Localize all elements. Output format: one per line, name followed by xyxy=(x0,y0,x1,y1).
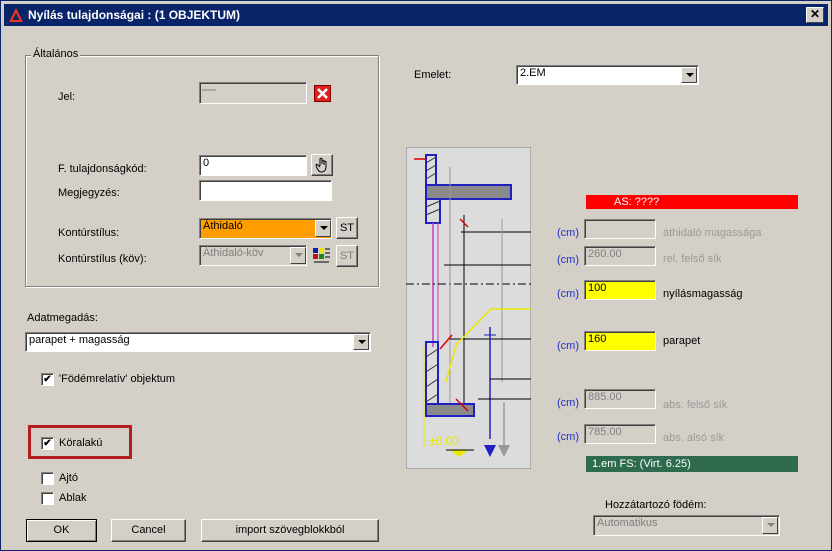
note-label: Megjegyzés: xyxy=(58,187,120,199)
cancel-button[interactable]: Cancel xyxy=(111,519,186,542)
abs-bottom-label: abs. alsó sík xyxy=(663,432,725,444)
contour-next-st-button[interactable]: ST xyxy=(336,245,358,267)
note-input[interactable] xyxy=(199,180,332,201)
rel-top-unit: (cm) xyxy=(557,254,579,266)
contour-label: Kontúrstílus: xyxy=(58,227,120,239)
ok-button[interactable]: OK xyxy=(26,519,97,542)
contour-select[interactable]: Áthidaló xyxy=(199,218,332,239)
upper-slab xyxy=(425,184,512,200)
window-checkbox[interactable] xyxy=(41,492,54,505)
abs-top-unit: (cm) xyxy=(557,397,579,409)
floor-select[interactable]: 2.EM xyxy=(516,65,699,85)
contour-st-button[interactable]: ST xyxy=(336,217,358,239)
door-checkbox[interactable] xyxy=(41,472,54,485)
door-label: Ajtó xyxy=(59,472,78,484)
app-logo-icon xyxy=(9,8,23,22)
slab-select[interactable]: Automatikus xyxy=(593,515,780,536)
slab-label: Hozzátartozó födém: xyxy=(605,499,707,511)
floor-dropdown-arrow[interactable] xyxy=(681,67,697,83)
fs-status-bar: 1.em FS: (Virt. 6.25) xyxy=(586,456,798,472)
data-entry-select[interactable]: parapet + magasság xyxy=(25,332,371,352)
parapet-label: parapet xyxy=(663,335,701,347)
floor-label: Emelet: xyxy=(414,69,452,81)
contour-dropdown-arrow[interactable] xyxy=(315,220,331,237)
slab-dropdown-arrow[interactable] xyxy=(762,517,778,534)
jel-field[interactable] xyxy=(199,82,307,104)
pick-code-button[interactable] xyxy=(311,154,333,176)
circular-label: Köralakú xyxy=(59,437,103,449)
parapet-input[interactable]: 160 xyxy=(584,331,656,351)
code-input[interactable]: 0 xyxy=(199,155,307,176)
opening-height-label: nyílásmagasság xyxy=(663,288,743,300)
delete-x-icon xyxy=(317,88,328,99)
data-entry-dropdown-arrow[interactable] xyxy=(353,334,369,350)
window-title: Nyílás tulajdonságai : (1 OBJEKTUM) xyxy=(28,8,241,22)
as-status-bar: AS: ???? xyxy=(586,195,798,209)
hand-pointer-icon xyxy=(315,157,327,173)
abs-bottom-input[interactable]: 785.00 xyxy=(584,424,656,444)
jel-label: Jel: xyxy=(58,91,76,103)
style-palette-button[interactable] xyxy=(311,246,331,266)
lintel-height-label: áthidaló magassága xyxy=(663,227,762,239)
contour-next-label: Kontúrstílus (köv): xyxy=(58,253,147,265)
opening-height-unit: (cm) xyxy=(557,288,579,300)
clear-jel-button[interactable] xyxy=(314,85,331,102)
lintel-height-unit: (cm) xyxy=(557,227,579,239)
rel-top-input[interactable]: 260.00 xyxy=(584,246,656,266)
close-button[interactable]: ✕ xyxy=(806,7,824,23)
line-style-icon xyxy=(202,89,216,91)
zero-level-label: ±0.00 xyxy=(429,434,459,448)
dialog-window: Nyílás tulajdonságai : (1 OBJEKTUM) ✕ Ál… xyxy=(0,0,832,551)
window-label: Ablak xyxy=(59,492,87,504)
circular-checkbox[interactable]: ✔ xyxy=(41,437,54,450)
rel-top-label: rel. felső sík xyxy=(663,253,722,265)
code-label: F. tulajdonságkód: xyxy=(58,163,147,175)
section-diagram: ±0.00 xyxy=(406,147,531,469)
abs-bottom-unit: (cm) xyxy=(557,431,579,443)
contour-next-dropdown-arrow[interactable] xyxy=(290,247,306,264)
slab-relative-checkbox[interactable]: ✔ xyxy=(41,373,54,386)
import-button[interactable]: import szövegblokkból xyxy=(201,519,379,542)
lintel-height-input[interactable] xyxy=(584,219,656,239)
abs-top-label: abs. felső sík xyxy=(663,399,728,411)
general-group-title: Általános xyxy=(31,48,81,60)
style-palette-icon xyxy=(313,248,330,263)
data-entry-label: Adatmegadás: xyxy=(27,312,98,324)
abs-top-input[interactable]: 885.00 xyxy=(584,389,656,409)
slab-relative-label: 'Födémrelatív' objektum xyxy=(59,373,176,385)
opening-height-input[interactable]: 100 xyxy=(584,280,656,300)
title-bar: Nyílás tulajdonságai : (1 OBJEKTUM) ✕ xyxy=(4,4,828,26)
parapet-unit: (cm) xyxy=(557,340,579,352)
